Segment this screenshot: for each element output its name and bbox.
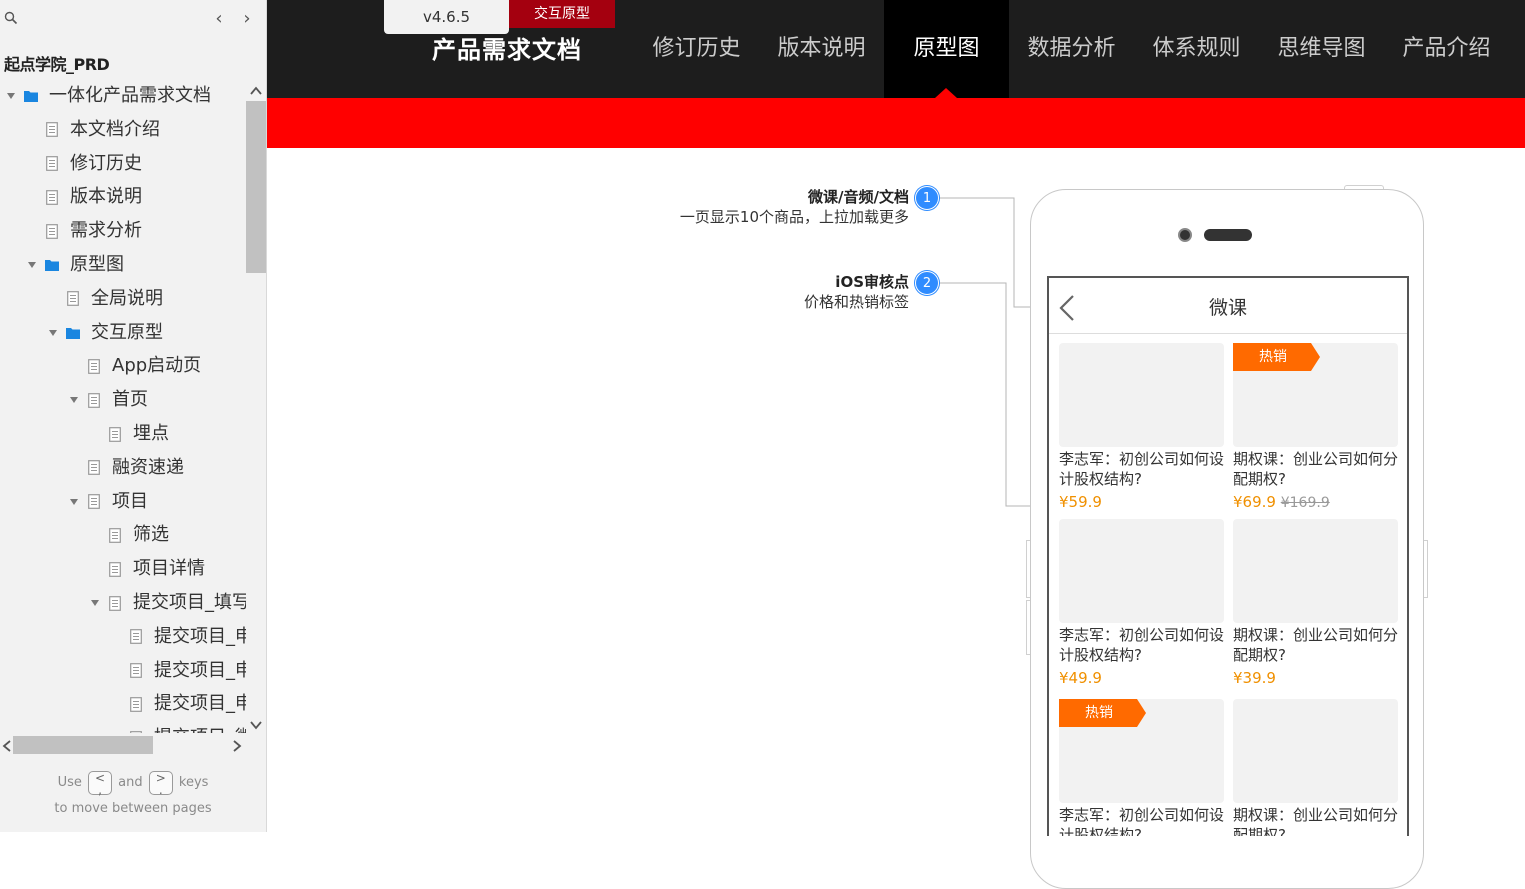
- product-card[interactable]: 热销期权课：创业公司如何分配期权? ¥69.9 ¥169.9: [1233, 343, 1399, 513]
- product-thumbnail[interactable]: 热销: [1233, 343, 1398, 447]
- product-title: 李志军：初创公司如何设计股权结构?: [1059, 450, 1225, 488]
- phone-screen: 微课 李志军：初创公司如何设计股权结构? ¥59.9 热销 期权课：创业公司如何分配期…: [1047, 276, 1409, 836]
- product-thumbnail[interactable]: [1233, 519, 1398, 623]
- annotation-2-title: iOS审核点: [835, 273, 909, 291]
- product-card[interactable]: 李志军：初创公司如何设计股权结构? ¥59.9: [1059, 343, 1225, 512]
- annotation-2-badge[interactable]: 2: [915, 271, 939, 295]
- annotation-1-title: 微课/音频/文档: [808, 188, 909, 206]
- original-price: ¥169.9: [1280, 495, 1330, 511]
- product-card[interactable]: 李志军：初创公司如何设计股权结构? ¥49.9: [1059, 519, 1225, 688]
- hot-sale-badge: 热销: [1059, 699, 1146, 727]
- product-price: ¥39.9: [1233, 669, 1276, 687]
- product-price: ¥49.9: [1059, 669, 1102, 687]
- product-thumbnail[interactable]: 热销: [1059, 699, 1224, 803]
- annotation-1-desc: 一页显示10个商品，上拉加载更多: [679, 208, 909, 226]
- screen-title: 微课: [1208, 297, 1247, 319]
- annotation-1-badge[interactable]: 1: [915, 186, 939, 210]
- product-title: 李志军：初创公司如何设计股权结构?: [1059, 626, 1225, 664]
- product-thumbnail[interactable]: [1059, 343, 1224, 447]
- product-title: 期权课：创业公司如何分配期权?: [1233, 450, 1399, 488]
- product-price: ¥59.9: [1059, 493, 1102, 511]
- annotation-2-desc: 价格和热销标签: [803, 293, 909, 311]
- phone-camera: [1178, 228, 1192, 242]
- product-card[interactable]: 期权课：创业公司如何分配期权? ¥39.9: [1233, 519, 1399, 688]
- product-title: 期权课：创业公司如何分配期权?: [1233, 806, 1399, 836]
- annotation-2: iOS审核点 价格和热销标签: [804, 272, 909, 312]
- product-price: ¥69.9 ¥169.9: [1233, 493, 1330, 511]
- phone-speaker: [1204, 229, 1252, 241]
- hot-sale-badge: 热销: [1233, 343, 1320, 371]
- product-title: 李志军：初创公司如何设计股权结构?: [1059, 806, 1225, 836]
- product-card[interactable]: 期权课：创业公司如何分配期权?: [1233, 699, 1399, 836]
- product-title: 期权课：创业公司如何分配期权?: [1233, 626, 1399, 664]
- annotation-1: 微课/音频/文档 一页显示10个商品，上拉加载更多: [680, 187, 909, 227]
- product-thumbnail[interactable]: [1233, 699, 1398, 803]
- product-card[interactable]: 热销李志军：初创公司如何设计股权结构?: [1059, 699, 1225, 836]
- screen-header: 微课: [1049, 278, 1407, 334]
- product-thumbnail[interactable]: [1059, 519, 1224, 623]
